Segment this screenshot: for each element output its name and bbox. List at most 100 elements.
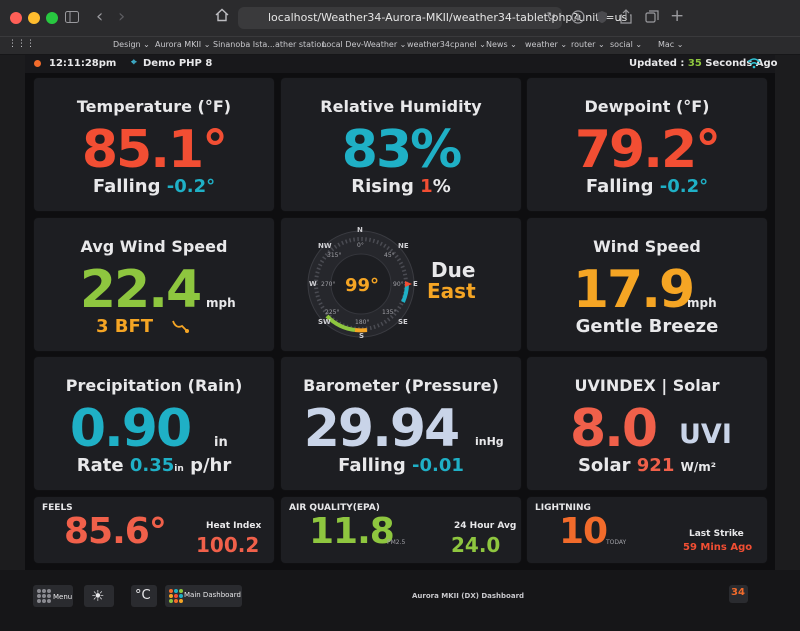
- zoom-window-button[interactable]: [46, 12, 58, 24]
- lightning-count-unit: TODAY: [606, 539, 627, 546]
- privacy-icon[interactable]: [596, 10, 608, 28]
- temperature-panel[interactable]: Temperature (°F) 85.1° Falling -0.2°: [34, 78, 274, 211]
- beaufort-value: 3 BFT: [96, 316, 154, 337]
- rainfall-unit: in: [214, 435, 228, 450]
- browser-toolbar: ‹ › localhost/Weather34-Aurora-MKII/weat…: [0, 0, 800, 37]
- avg-wind-unit: mph: [206, 296, 236, 310]
- degree-label: 45°: [384, 252, 395, 259]
- humidity-panel[interactable]: Relative Humidity 83% Rising 1%: [281, 78, 521, 211]
- pressure-value: 29.94: [303, 399, 460, 459]
- air-quality-value: 11.8: [309, 511, 395, 552]
- degree-label: 270°: [321, 281, 336, 288]
- humidity-value: 83%: [341, 120, 462, 180]
- lightning-panel[interactable]: LIGHTNING 10 TODAY Last Strike 59 Mins A…: [527, 497, 767, 563]
- degree-label: 135°: [382, 309, 397, 316]
- bookmark-folder[interactable]: weather34cpanel ⌄: [407, 40, 486, 49]
- status-strip: 12:11:28pm ⌖ Demo PHP 8 Updated : 35 Sec…: [25, 55, 778, 73]
- celsius-label: °C: [135, 588, 151, 603]
- compass-label-ne: NE: [398, 242, 409, 250]
- dewpoint-panel[interactable]: Dewpoint (°F) 79.2° Falling -0.2°: [527, 78, 767, 211]
- bookmark-folder[interactable]: weather ⌄: [525, 40, 567, 49]
- panel-title: Barometer (Pressure): [303, 376, 499, 395]
- avg-wind-value: 22.4: [79, 260, 202, 320]
- wind-speed-panel[interactable]: Wind Speed 17.9 mph Gentle Breeze: [527, 218, 767, 351]
- lightning-count: 10: [559, 511, 608, 552]
- close-window-button[interactable]: [10, 12, 22, 24]
- bookmark-folder[interactable]: Aurora MKII ⌄: [155, 40, 210, 49]
- tabs-overview-icon[interactable]: [645, 10, 659, 28]
- back-icon[interactable]: ‹: [96, 8, 103, 26]
- degree-label: 90°: [393, 281, 404, 288]
- theme-toggle-button[interactable]: ☀: [84, 585, 114, 607]
- panel-title: UVINDEX | Solar: [574, 376, 720, 395]
- wind-direction-panel[interactable]: N NE E SE S SW W NW 0° 45° 90° 135° 180°…: [281, 218, 521, 351]
- apps-grid-icon[interactable]: ⋮⋮⋮: [8, 39, 35, 49]
- clock: 12:11:28pm: [49, 58, 117, 69]
- bookmark-folder[interactable]: Local Dev-Weather ⌄: [322, 40, 406, 49]
- air-quality-avg-label: 24 Hour Avg: [454, 521, 517, 531]
- wind-direction-degrees: 99°: [345, 275, 380, 296]
- weather34-logo[interactable]: 34: [729, 585, 748, 603]
- share-icon[interactable]: [620, 9, 632, 28]
- home-icon[interactable]: [215, 8, 229, 26]
- air-quality-unit: PM2.5: [387, 539, 406, 546]
- degree-label: 225°: [325, 309, 340, 316]
- downloads-icon[interactable]: [571, 10, 585, 28]
- sidebar-icon[interactable]: [65, 9, 79, 27]
- panel-title: Precipitation (Rain): [65, 376, 243, 395]
- compass-label-sw: SW: [318, 318, 331, 326]
- bookmark-folder[interactable]: Mac ⌄: [658, 40, 683, 49]
- wind-speed-value: 17.9: [572, 260, 695, 320]
- humidity-trend: Rising 1%: [351, 176, 451, 197]
- feels-like-panel[interactable]: FEELS 85.6° Heat Index 100.2: [34, 497, 274, 563]
- panel-title: Dewpoint (°F): [584, 97, 710, 116]
- logo-text: 34: [731, 587, 745, 598]
- compass-label-n: N: [357, 226, 363, 234]
- compass-label-s: S: [359, 332, 365, 340]
- bookmark-folder[interactable]: News ⌄: [486, 40, 517, 49]
- bookmarks-bar: ⋮⋮⋮ Design ⌄ Aurora MKII ⌄ Sinanoba Ista…: [0, 37, 800, 55]
- avg-wind-panel[interactable]: Avg Wind Speed 22.4 mph 3 BFT: [34, 218, 274, 351]
- main-dashboard-label: Main Dashboard: [184, 591, 241, 599]
- bookmark-link[interactable]: Sinanoba Ista...ather station: [213, 40, 326, 49]
- uv-solar-panel[interactable]: UVINDEX | Solar 8.0 UVI Solar 921 W/m²: [527, 357, 767, 490]
- rain-rate: Rate 0.35in p/hr: [76, 455, 232, 476]
- units-toggle-button[interactable]: °C: [131, 585, 157, 607]
- air-quality-panel[interactable]: AIR QUALITY(EPA) 11.8 PM2.5 24 Hour Avg …: [281, 497, 521, 563]
- footer-title: Aurora MKII (DX) Dashboard: [412, 592, 525, 600]
- last-strike-label: Last Strike: [689, 529, 744, 539]
- degree-label: 315°: [327, 252, 342, 259]
- sun-icon: ☀: [91, 587, 105, 605]
- location-pin-icon: ⌖: [131, 57, 137, 68]
- last-strike-value: 59 Mins Ago: [683, 542, 753, 553]
- dewpoint-value: 79.2°: [574, 120, 721, 180]
- main-dashboard-button[interactable]: Main Dashboard: [165, 585, 242, 607]
- rainfall-value: 0.90: [69, 399, 192, 459]
- bookmark-folder[interactable]: social ⌄: [610, 40, 642, 49]
- solar-radiation: Solar 921 W/m²: [577, 455, 717, 476]
- bookmark-folder[interactable]: Design ⌄: [113, 40, 150, 49]
- menu-button[interactable]: Menu: [33, 585, 73, 607]
- compass-label-se: SE: [398, 318, 408, 326]
- air-quality-avg-value: 24.0: [451, 533, 501, 557]
- bookmark-folder[interactable]: router ⌄: [571, 40, 605, 49]
- reload-icon[interactable]: ↻: [547, 10, 556, 23]
- new-tab-icon[interactable]: +: [670, 7, 684, 25]
- forward-icon[interactable]: ›: [118, 8, 125, 26]
- heat-index-label: Heat Index: [206, 521, 262, 531]
- live-indicator-dot: [34, 60, 41, 67]
- wind-direction-line2: East: [427, 279, 476, 303]
- dashboard: 12:11:28pm ⌖ Demo PHP 8 Updated : 35 Sec…: [25, 55, 778, 570]
- station-name: Demo PHP 8: [143, 58, 213, 69]
- compass-label-nw: NW: [318, 242, 332, 250]
- wifi-icon: [747, 56, 761, 73]
- address-bar[interactable]: localhost/Weather34-Aurora-MKII/weather3…: [238, 7, 627, 29]
- heat-index-value: 100.2: [196, 533, 260, 557]
- minimize-window-button[interactable]: [28, 12, 40, 24]
- barometer-panel[interactable]: Barometer (Pressure) 29.94 inHg Falling …: [281, 357, 521, 490]
- compass-label-e: E: [413, 280, 418, 288]
- panel-title: Avg Wind Speed: [80, 237, 228, 256]
- compass-label-w: W: [309, 280, 317, 288]
- panel-title: Temperature (°F): [76, 97, 232, 116]
- precipitation-panel[interactable]: Precipitation (Rain) 0.90 in Rate 0.35in…: [34, 357, 274, 490]
